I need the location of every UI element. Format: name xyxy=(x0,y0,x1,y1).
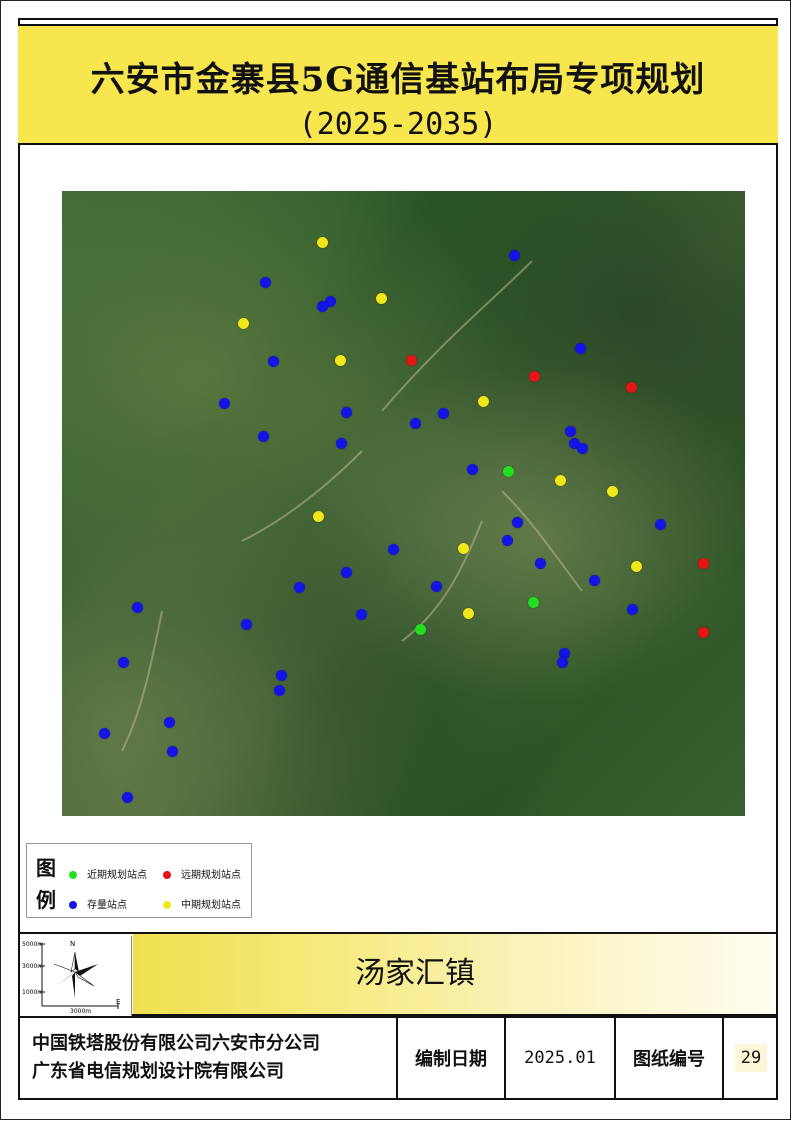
station-existing[interactable] xyxy=(273,684,285,696)
legend-label-long-term: 远期规划站点 xyxy=(181,870,241,881)
scale-y-5000: 5000m xyxy=(22,941,44,948)
station-existing[interactable] xyxy=(275,669,287,681)
company-name-1: 中国铁塔股份有限公司六安市分公司 xyxy=(32,1033,320,1054)
station-existing[interactable] xyxy=(340,566,352,578)
station-existing[interactable] xyxy=(335,437,347,449)
legend-dot-mid-term xyxy=(163,901,171,909)
date-value-cell: 2025.01 xyxy=(506,1018,616,1098)
station-existing[interactable] xyxy=(257,430,269,442)
station-existing[interactable] xyxy=(437,407,449,419)
legend-label-existing: 存量站点 xyxy=(87,900,127,911)
legend-item-mid-term: 中期规划站点 xyxy=(163,896,241,911)
station-existing[interactable] xyxy=(511,516,523,528)
company-cell: 中国铁塔股份有限公司六安市分公司 广东省电信规划设计院有限公司 xyxy=(18,1018,398,1098)
station-existing[interactable] xyxy=(576,442,588,454)
station-mid-term[interactable] xyxy=(316,236,328,248)
company-name-2: 广东省电信规划设计院有限公司 xyxy=(32,1061,284,1082)
date-label-cell: 编制日期 xyxy=(398,1018,506,1098)
station-near-term[interactable] xyxy=(502,465,514,477)
station-existing[interactable] xyxy=(430,580,442,592)
station-mid-term[interactable] xyxy=(462,607,474,619)
station-existing[interactable] xyxy=(166,745,178,757)
station-existing[interactable] xyxy=(501,534,513,546)
footer-top-rule xyxy=(18,1016,778,1018)
station-long-term[interactable] xyxy=(528,370,540,382)
legend-item-long-term: 远期规划站点 xyxy=(163,866,241,881)
station-existing[interactable] xyxy=(240,618,252,630)
station-existing[interactable] xyxy=(163,716,175,728)
legend-dot-near-term xyxy=(69,871,77,879)
plan-title: 六安市金寨县5G通信基站布局专项规划 xyxy=(90,60,706,100)
title-block: 六安市金寨县5G通信基站布局专项规划 (2025-2035) xyxy=(18,24,778,145)
station-long-term[interactable] xyxy=(697,626,709,638)
station-existing[interactable] xyxy=(654,518,666,530)
station-near-term[interactable] xyxy=(527,596,539,608)
scale-x-3000: 3000m xyxy=(70,1008,92,1015)
station-mid-term[interactable] xyxy=(606,485,618,497)
scale-y-3000: 3000m xyxy=(22,963,44,970)
station-existing[interactable] xyxy=(267,355,279,367)
station-existing[interactable] xyxy=(387,543,399,555)
station-existing[interactable] xyxy=(556,656,568,668)
drawing-no-value-cell: 29 xyxy=(724,1018,778,1098)
station-existing[interactable] xyxy=(626,603,638,615)
legend-dot-existing xyxy=(69,901,77,909)
town-banner: 汤家汇镇 xyxy=(133,934,773,1014)
town-name: 汤家汇镇 xyxy=(355,956,475,991)
station-mid-term[interactable] xyxy=(375,292,387,304)
plan-years: (2025-2035) xyxy=(298,107,498,142)
station-existing[interactable] xyxy=(564,425,576,437)
station-mid-term[interactable] xyxy=(630,560,642,572)
station-existing[interactable] xyxy=(534,557,546,569)
station-long-term[interactable] xyxy=(625,381,637,393)
station-mid-term[interactable] xyxy=(457,542,469,554)
legend-title-char-2: 例 xyxy=(36,888,56,912)
drawing-no-label-cell: 图纸编号 xyxy=(616,1018,724,1098)
north-label: N xyxy=(70,940,76,948)
station-existing[interactable] xyxy=(355,608,367,620)
station-existing[interactable] xyxy=(259,276,271,288)
title-bar-footer: 中国铁塔股份有限公司六安市分公司 广东省电信规划设计院有限公司 编制日期 202… xyxy=(18,1018,778,1098)
station-mid-term[interactable] xyxy=(477,395,489,407)
station-existing[interactable] xyxy=(121,791,133,803)
station-existing[interactable] xyxy=(98,727,110,739)
station-near-term[interactable] xyxy=(414,623,426,635)
station-existing[interactable] xyxy=(340,406,352,418)
station-mid-term[interactable] xyxy=(237,317,249,329)
station-mid-term[interactable] xyxy=(312,510,324,522)
station-existing[interactable] xyxy=(293,581,305,593)
drawing-no-label: 图纸编号 xyxy=(633,1049,705,1070)
station-existing[interactable] xyxy=(409,417,421,429)
legend-dot-long-term xyxy=(163,871,171,879)
station-mid-term[interactable] xyxy=(554,474,566,486)
date-value: 2025.01 xyxy=(524,1048,596,1068)
station-existing[interactable] xyxy=(131,601,143,613)
legend-label-mid-term: 中期规划站点 xyxy=(181,900,241,911)
legend-item-near-term: 近期规划站点 xyxy=(69,866,147,881)
station-long-term[interactable] xyxy=(697,557,709,569)
station-mid-term[interactable] xyxy=(334,354,346,366)
station-existing[interactable] xyxy=(588,574,600,586)
station-existing[interactable] xyxy=(508,249,520,261)
map-legend: 图 例 近期规划站点 远期规划站点 存量站点 中期规划站点 xyxy=(26,843,252,918)
station-existing[interactable] xyxy=(466,463,478,475)
station-existing[interactable] xyxy=(574,342,586,354)
satellite-map[interactable] xyxy=(62,191,745,816)
legend-title-char-1: 图 xyxy=(36,856,56,880)
station-existing[interactable] xyxy=(316,300,328,312)
legend-title: 图 例 xyxy=(36,852,58,916)
station-existing[interactable] xyxy=(117,656,129,668)
legend-label-near-term: 近期规划站点 xyxy=(87,870,147,881)
station-existing[interactable] xyxy=(218,397,230,409)
date-label: 编制日期 xyxy=(415,1049,487,1070)
drawing-no-value: 29 xyxy=(734,1044,768,1072)
scale-y-1000: 1000m xyxy=(22,989,44,996)
station-long-term[interactable] xyxy=(405,354,417,366)
legend-item-existing: 存量站点 xyxy=(69,896,127,911)
